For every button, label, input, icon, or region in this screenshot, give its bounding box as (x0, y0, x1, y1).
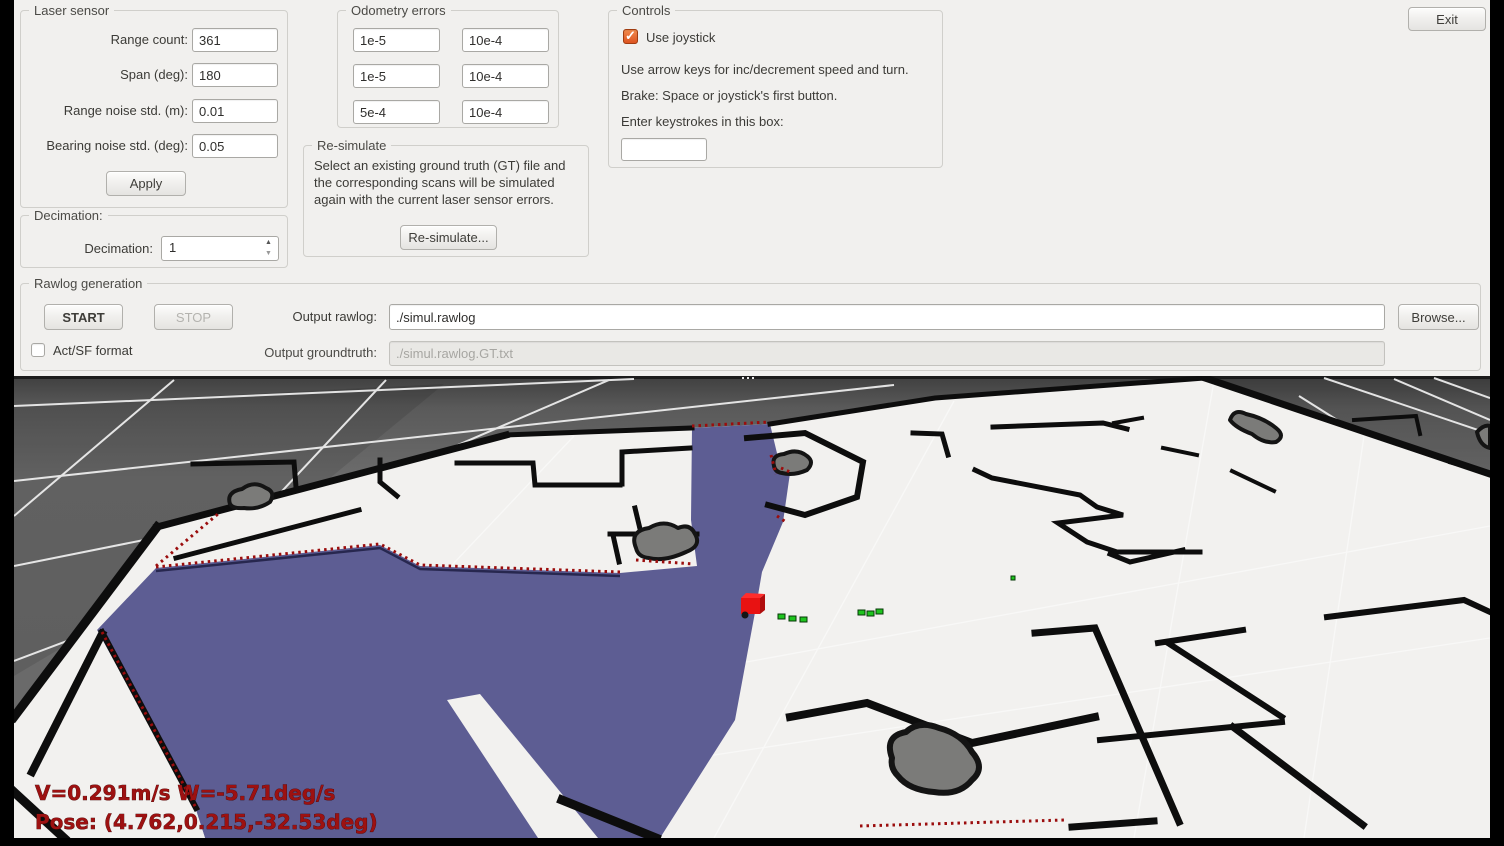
use-joystick-checkbox[interactable]: ✓ (623, 29, 638, 44)
bearing-noise-input[interactable] (192, 134, 278, 158)
hud-velocity: V=0.291m/s W=-5.71deg/s (35, 781, 335, 805)
3d-viewport[interactable]: V=0.291m/s W=-5.71deg/s Pose: (4.762,0.2… (14, 376, 1490, 838)
rawlog-generation-group: Rawlog generation START STOP Output rawl… (20, 283, 1481, 371)
robot-wheel (742, 612, 749, 619)
obstacle-blob (773, 451, 811, 474)
decimation-title: Decimation: (29, 208, 108, 223)
controls-help-line3: Enter keystrokes in this box: (621, 114, 784, 130)
exit-button[interactable]: Exit (1408, 7, 1486, 31)
odometry-error-input-r1c1[interactable] (353, 28, 440, 52)
odometry-error-input-r3c2[interactable] (462, 100, 549, 124)
controls-title: Controls (617, 3, 675, 18)
simulator-window: Laser sensor Range count: Span (deg): Ra… (14, 0, 1490, 838)
rawlog-generation-title: Rawlog generation (29, 276, 147, 291)
resimulate-button[interactable]: Re-simulate... (400, 225, 497, 250)
apply-button[interactable]: Apply (106, 171, 186, 196)
span-input[interactable] (192, 63, 278, 87)
chevron-up-icon[interactable]: ▲ (261, 238, 276, 248)
decimation-stepper[interactable]: 1 ▲ ▼ (161, 236, 279, 261)
bearing-noise-label: Bearing noise std. (deg): (25, 138, 188, 154)
application-screen: Laser sensor Range count: Span (deg): Ra… (0, 0, 1504, 846)
hud-pose: Pose: (4.762,0.215,-32.53deg) (35, 810, 378, 834)
start-button[interactable]: START (44, 304, 123, 330)
decimation-label: Decimation: (23, 241, 153, 257)
odometry-error-input-r3c1[interactable] (353, 100, 440, 124)
resimulate-group: Re-simulate Select an existing ground tr… (303, 145, 589, 257)
decimation-spin-buttons[interactable]: ▲ ▼ (261, 238, 276, 259)
check-icon: ✓ (625, 28, 636, 44)
decimation-value: 1 (169, 240, 176, 255)
output-rawlog-input[interactable] (389, 304, 1385, 330)
odometry-error-input-r2c2[interactable] (462, 64, 549, 88)
span-label: Span (deg): (25, 67, 188, 83)
laser-sensor-title: Laser sensor (29, 3, 114, 18)
use-joystick-label: Use joystick (646, 30, 715, 46)
splitter-handle-dots (742, 377, 754, 379)
actsf-format-label: Act/SF format (53, 343, 132, 359)
odometry-error-input-r2c1[interactable] (353, 64, 440, 88)
range-noise-input[interactable] (192, 99, 278, 123)
browse-button[interactable]: Browse... (1398, 304, 1479, 330)
range-count-label: Range count: (25, 32, 188, 48)
scene-canvas: V=0.291m/s W=-5.71deg/s Pose: (4.762,0.2… (14, 376, 1490, 838)
output-groundtruth-label: Output groundtruth: (201, 345, 377, 361)
decimation-group: Decimation: Decimation: 1 ▲ ▼ (20, 215, 288, 268)
output-groundtruth-input (389, 341, 1385, 366)
range-noise-label: Range noise std. (m): (25, 103, 188, 119)
range-count-input[interactable] (192, 28, 278, 52)
output-rawlog-label: Output rawlog: (221, 309, 377, 325)
controls-help-line2: Brake: Space or joystick's first button. (621, 88, 837, 104)
laser-sensor-group: Laser sensor Range count: Span (deg): Ra… (20, 10, 288, 208)
odometry-errors-group: Odometry errors (337, 10, 559, 128)
odometry-error-input-r1c2[interactable] (462, 28, 549, 52)
resimulate-title: Re-simulate (312, 138, 391, 153)
resimulate-description: Select an existing ground truth (GT) fil… (314, 157, 582, 208)
controls-group: Controls ✓ Use joystick Use arrow keys f… (608, 10, 943, 168)
odometry-errors-title: Odometry errors (346, 3, 451, 18)
actsf-format-checkbox[interactable] (31, 343, 45, 357)
keystroke-input[interactable] (621, 138, 707, 161)
controls-help-line1: Use arrow keys for inc/decrement speed a… (621, 62, 909, 78)
chevron-down-icon[interactable]: ▼ (261, 249, 276, 259)
